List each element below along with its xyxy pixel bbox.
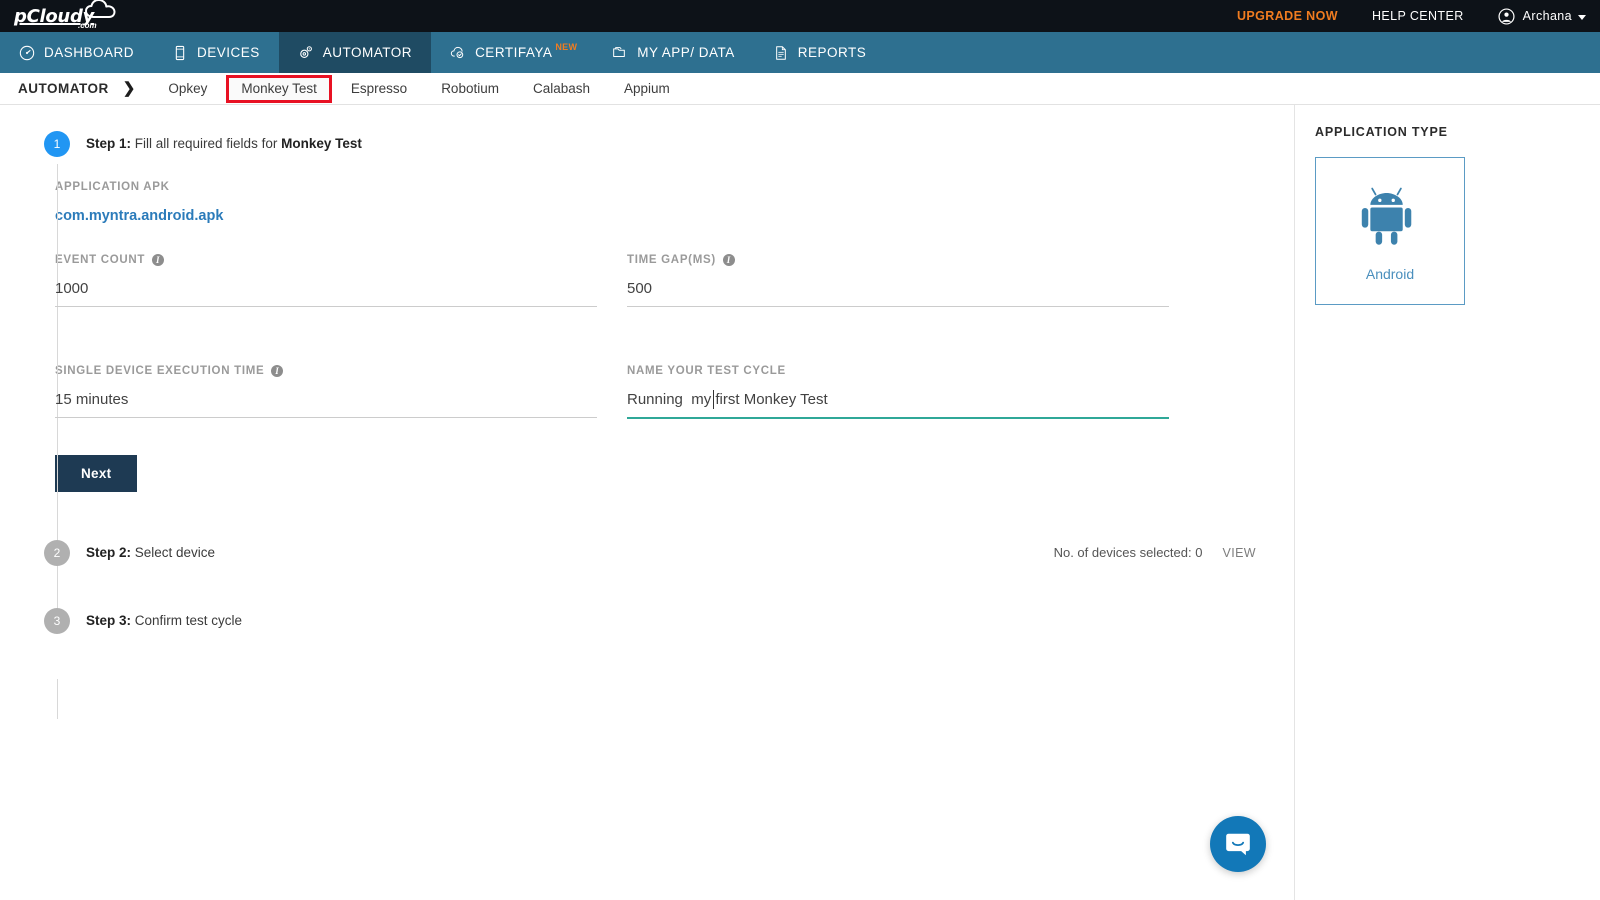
gear-icon bbox=[298, 45, 314, 61]
app-type-label-android: Android bbox=[1365, 266, 1415, 282]
nav-item-devices[interactable]: DEVICES bbox=[153, 32, 279, 73]
nav-item-dashboard[interactable]: DASHBOARD bbox=[0, 32, 153, 73]
time-gap-label: TIME GAP(ms) i bbox=[627, 254, 1169, 266]
chevron-right-icon: ❯ bbox=[122, 80, 136, 97]
form-col-right-2: NAME YOUR TEST CYCLE bbox=[627, 365, 1169, 455]
nav-item-my-app-data[interactable]: MY APP/ DATA bbox=[593, 32, 754, 73]
step-1-header: 1 Step 1: Fill all required fields for M… bbox=[0, 131, 1294, 157]
form-row-2: SINGLE DEVICE EXECUTION TIME i NAME YOUR… bbox=[55, 365, 1294, 455]
nav-label-automator: AUTOMATOR bbox=[322, 45, 413, 60]
tab-espresso[interactable]: Espresso bbox=[334, 73, 424, 104]
step-1-section: 1 Step 1: Fill all required fields for M… bbox=[0, 105, 1294, 492]
chevron-down-icon bbox=[1578, 14, 1586, 20]
help-center-link[interactable]: HELP CENTER bbox=[1372, 9, 1464, 23]
tab-appium[interactable]: Appium bbox=[607, 73, 687, 104]
top-header-bar: pCloudy .com UPGRADE NOW HELP CENTER Arc… bbox=[0, 0, 1600, 32]
info-icon[interactable]: i bbox=[152, 254, 165, 266]
step-3-label: Step 3: Confirm test cycle bbox=[86, 608, 242, 634]
nav-label-certifaya: CERTIFAYA bbox=[475, 45, 553, 60]
time-gap-input[interactable] bbox=[627, 280, 1169, 307]
event-count-label: EVENT COUNT i bbox=[55, 254, 597, 266]
test-cycle-name-label-text: NAME YOUR TEST CYCLE bbox=[627, 365, 786, 377]
step-2-prefix: Step 2: bbox=[86, 545, 132, 560]
intercom-chat-launcher[interactable] bbox=[1210, 816, 1266, 872]
execution-time-field bbox=[55, 391, 597, 418]
monkey-test-form: APPLICATION APK com.myntra.android.apk E… bbox=[0, 157, 1294, 492]
step-1-text: Fill all required fields for bbox=[131, 136, 282, 151]
nav-label-reports: REPORTS bbox=[797, 45, 867, 60]
nav-label-dashboard: DASHBOARD bbox=[44, 45, 135, 60]
nav-item-automator[interactable]: AUTOMATOR bbox=[278, 32, 432, 73]
top-header-right-group: UPGRADE NOW HELP CENTER Archana bbox=[1203, 0, 1600, 32]
nav-item-certifaya[interactable]: CERTIFAYA NEW bbox=[431, 32, 593, 73]
tab-calabash[interactable]: Calabash bbox=[516, 73, 607, 104]
step-2-section[interactable]: 2 Step 2: Select device No. of devices s… bbox=[0, 540, 1294, 566]
page-body: 1 Step 1: Fill all required fields for M… bbox=[0, 105, 1600, 900]
devices-selected-count: No. of devices selected: 0 bbox=[1053, 545, 1203, 560]
form-col-left-1: EVENT COUNT i bbox=[55, 254, 597, 343]
pcloudy-logo[interactable]: pCloudy .com bbox=[14, 0, 116, 32]
nav-label-my-app-data: MY APP/ DATA bbox=[637, 45, 735, 60]
event-count-label-text: EVENT COUNT bbox=[55, 254, 146, 266]
info-icon[interactable]: i bbox=[271, 365, 284, 377]
step-2-label: Step 2: Select device bbox=[86, 540, 215, 566]
step-1-prefix: Step 1: bbox=[86, 136, 132, 151]
step-1-number-badge: 1 bbox=[44, 131, 70, 157]
sub-navigation-bar: AUTOMATOR ❯ Opkey Monkey Test Espresso R… bbox=[0, 73, 1600, 105]
text-cursor bbox=[713, 390, 714, 409]
next-button[interactable]: Next bbox=[55, 455, 138, 492]
form-col-right-1: TIME GAP(ms) i bbox=[627, 254, 1169, 343]
application-type-title: APPLICATION TYPE bbox=[1315, 125, 1448, 139]
event-count-input[interactable] bbox=[55, 280, 597, 307]
step-1-emphasis: Monkey Test bbox=[281, 136, 362, 151]
tab-opkey[interactable]: Opkey bbox=[151, 73, 224, 104]
step-2-text: Select device bbox=[131, 545, 216, 560]
view-devices-link[interactable]: VIEW bbox=[1222, 540, 1256, 566]
app-type-card-android[interactable]: Android bbox=[1315, 157, 1465, 305]
new-badge: NEW bbox=[555, 41, 578, 52]
time-gap-field bbox=[627, 280, 1169, 307]
chat-bubble-icon bbox=[1226, 833, 1250, 856]
step-3-section[interactable]: 3 Step 3: Confirm test cycle bbox=[0, 608, 1294, 634]
step-connector-2 bbox=[57, 679, 58, 719]
step-3-prefix: Step 3: bbox=[86, 613, 132, 628]
breadcrumb-automator: AUTOMATOR bbox=[18, 81, 109, 96]
nav-label-devices: DEVICES bbox=[197, 45, 260, 60]
account-circle-icon bbox=[1498, 7, 1515, 25]
mobile-phone-icon bbox=[172, 45, 188, 61]
tab-robotium[interactable]: Robotium bbox=[424, 73, 516, 104]
execution-time-label-text: SINGLE DEVICE EXECUTION TIME bbox=[55, 365, 265, 377]
test-cycle-name-label: NAME YOUR TEST CYCLE bbox=[627, 365, 1169, 377]
logo-domain-suffix: .com bbox=[77, 21, 97, 30]
step-2-number-badge: 2 bbox=[44, 540, 70, 566]
form-col-left-2: SINGLE DEVICE EXECUTION TIME i bbox=[55, 365, 597, 455]
main-navigation-bar: DASHBOARD DEVICES AUTOMATOR CERTIFAYA NE… bbox=[0, 32, 1600, 73]
test-cycle-name-field bbox=[627, 390, 1169, 419]
time-gap-label-text: TIME GAP(ms) bbox=[627, 254, 716, 266]
nav-item-reports[interactable]: REPORTS bbox=[754, 32, 886, 73]
info-icon[interactable]: i bbox=[722, 254, 735, 266]
tab-monkey-test[interactable]: Monkey Test bbox=[226, 74, 332, 103]
upgrade-now-link[interactable]: UPGRADE NOW bbox=[1237, 9, 1338, 23]
user-name-label: Archana bbox=[1522, 9, 1572, 23]
event-count-field bbox=[55, 280, 597, 307]
folder-icon bbox=[612, 45, 628, 61]
step-3-number-badge: 3 bbox=[44, 608, 70, 634]
application-type-panel: APPLICATION TYPE Android bbox=[1295, 105, 1600, 900]
user-menu[interactable]: Archana bbox=[1498, 7, 1586, 25]
step-3-text: Confirm test cycle bbox=[131, 613, 243, 628]
speedometer-icon bbox=[19, 45, 35, 61]
devices-selected-info: No. of devices selected: 0 VIEW bbox=[1054, 540, 1256, 566]
application-apk-value[interactable]: com.myntra.android.apk bbox=[55, 208, 223, 224]
cloud-check-icon bbox=[450, 45, 466, 61]
execution-time-input[interactable] bbox=[55, 391, 597, 418]
step-1-label: Step 1: Fill all required fields for Mon… bbox=[86, 131, 362, 157]
main-content-area: 1 Step 1: Fill all required fields for M… bbox=[0, 105, 1295, 900]
test-cycle-name-input[interactable] bbox=[627, 391, 1169, 419]
android-robot-icon bbox=[1361, 187, 1412, 245]
form-row-1: EVENT COUNT i TIME GAP(ms) i bbox=[55, 254, 1294, 343]
document-icon bbox=[773, 45, 789, 61]
execution-time-label: SINGLE DEVICE EXECUTION TIME i bbox=[55, 365, 597, 377]
application-apk-label: APPLICATION APK bbox=[55, 181, 170, 193]
